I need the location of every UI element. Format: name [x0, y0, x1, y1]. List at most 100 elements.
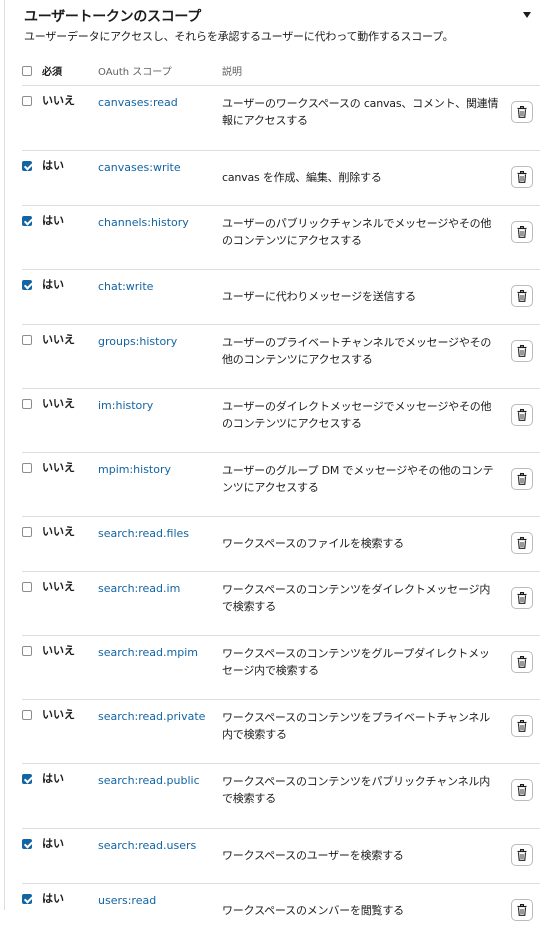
table-row: いいえ search:read.im ワークスペースのコンテンツをダイレクトメッセー…: [22, 571, 540, 635]
scope-description: ユーザーのワークスペースの canvas、コメント、関連情報にアクセスする: [222, 97, 499, 127]
delete-scope-button[interactable]: [511, 101, 533, 123]
delete-scope-button[interactable]: [511, 651, 533, 673]
scope-checkbox[interactable]: [22, 216, 32, 226]
trash-icon: [517, 106, 527, 118]
scope-checkbox[interactable]: [22, 646, 32, 656]
required-value: いいえ: [42, 461, 75, 474]
table-row: いいえ search:read.files ワークスペースのファイルを検索する: [22, 516, 540, 571]
delete-scope-button[interactable]: [511, 899, 533, 921]
scope-checkbox[interactable]: [22, 335, 32, 345]
scope-description: ユーザーのダイレクトメッセージでメッセージやその他のコンテンツにアクセスする: [222, 400, 492, 430]
scope-checkbox[interactable]: [22, 774, 32, 784]
scope-description: ワークスペースのメンバーを閲覧する: [222, 904, 404, 917]
scope-name-link[interactable]: search:read.im: [98, 581, 180, 597]
scope-checkbox[interactable]: [22, 582, 32, 592]
scope-description: ワークスペースのコンテンツをグループダイレクトメッセージ内で検索する: [222, 647, 490, 677]
delete-scope-button[interactable]: [511, 166, 533, 188]
scope-name-link[interactable]: groups:history: [98, 334, 177, 350]
scope-description: canvas を作成、編集、削除する: [222, 171, 382, 184]
caret-down-icon[interactable]: [523, 12, 531, 18]
scope-name-link[interactable]: canvases:write: [98, 160, 181, 176]
delete-scope-button[interactable]: [511, 779, 533, 801]
scope-description: ワークスペースのコンテンツをパブリックチャンネル内で検索する: [222, 775, 491, 805]
scope-name-link[interactable]: search:read.mpim: [98, 645, 198, 661]
delete-scope-button[interactable]: [511, 404, 533, 426]
scope-checkbox[interactable]: [22, 894, 32, 904]
section-title: ユーザートークンのスコープ: [24, 9, 201, 25]
trash-icon: [517, 290, 527, 302]
scope-name-link[interactable]: search:read.private: [98, 709, 205, 725]
required-value: はい: [42, 892, 64, 905]
delete-scope-button[interactable]: [511, 285, 533, 307]
scope-description: ワークスペースのファイルを検索する: [222, 537, 404, 550]
delete-scope-button[interactable]: [511, 587, 533, 609]
scope-name-link[interactable]: search:read.files: [98, 526, 189, 542]
table-row: はい chat:write ユーザーに代わりメッセージを送信する: [22, 269, 540, 324]
required-value: はい: [42, 278, 64, 291]
scope-name-link[interactable]: search:read.public: [98, 773, 200, 789]
panel-left-border: [4, 0, 5, 910]
trash-icon: [517, 656, 527, 668]
scope-name-link[interactable]: users:read: [98, 893, 156, 909]
table-row: はい search:read.users ワークスペースのユーザーを検索する: [22, 828, 540, 883]
header-scope: OAuth スコープ: [98, 67, 172, 78]
table-header: 必須 OAuth スコープ 説明: [22, 64, 542, 84]
scope-name-link[interactable]: channels:history: [98, 215, 189, 231]
scope-name-link[interactable]: chat:write: [98, 279, 153, 295]
trash-icon: [517, 171, 527, 183]
scope-checkbox[interactable]: [22, 399, 32, 409]
scope-description: ワークスペースのコンテンツをプライベートチャンネル内で検索する: [222, 711, 491, 741]
scope-name-link[interactable]: search:read.users: [98, 838, 196, 854]
table-row: いいえ mpim:history ユーザーのグループ DM でメッセージやその他のコ…: [22, 452, 540, 516]
table-row: いいえ groups:history ユーザーのプライベートチャンネルでメッセージや…: [22, 324, 540, 388]
delete-scope-button[interactable]: [511, 340, 533, 362]
scope-checkbox[interactable]: [22, 280, 32, 290]
scope-description: ワークスペースのコンテンツをダイレクトメッセージ内で検索する: [222, 583, 491, 613]
required-value: いいえ: [42, 333, 75, 346]
table-row: いいえ im:history ユーザーのダイレクトメッセージでメッセージやその他のコ…: [22, 388, 540, 452]
select-all-checkbox[interactable]: [22, 66, 32, 76]
required-value: いいえ: [42, 397, 75, 410]
trash-icon: [517, 904, 527, 916]
delete-scope-button[interactable]: [511, 221, 533, 243]
table-row: はい canvases:write canvas を作成、編集、削除する: [22, 150, 540, 205]
delete-scope-button[interactable]: [511, 468, 533, 490]
scope-checkbox[interactable]: [22, 527, 32, 537]
required-value: はい: [42, 159, 64, 172]
scope-checkbox[interactable]: [22, 710, 32, 720]
header-description: 説明: [222, 67, 242, 78]
scope-description: ユーザーのパブリックチャンネルでメッセージやその他のコンテンツにアクセスする: [222, 217, 492, 247]
required-value: はい: [42, 772, 64, 785]
scope-description: ユーザーに代わりメッセージを送信する: [222, 290, 416, 303]
trash-icon: [517, 226, 527, 238]
scope-checkbox[interactable]: [22, 839, 32, 849]
required-value: はい: [42, 214, 64, 227]
required-value: いいえ: [42, 644, 75, 657]
scope-checkbox[interactable]: [22, 96, 32, 106]
delete-scope-button[interactable]: [511, 715, 533, 737]
delete-scope-button[interactable]: [511, 844, 533, 866]
scope-description: ユーザーのグループ DM でメッセージやその他のコンテンツにアクセスする: [222, 464, 494, 494]
table-row: はい channels:history ユーザーのパブリックチャンネルでメッセージや…: [22, 205, 540, 269]
section-subtitle: ユーザーデータにアクセスし、それらを承認するユーザーに代わって動作するスコープ。: [24, 30, 454, 43]
scope-checkbox[interactable]: [22, 463, 32, 473]
trash-icon: [517, 345, 527, 357]
scope-name-link[interactable]: im:history: [98, 398, 153, 414]
required-value: いいえ: [42, 580, 75, 593]
trash-icon: [517, 473, 527, 485]
required-value: いいえ: [42, 525, 75, 538]
table-row: いいえ search:read.mpim ワークスペースのコンテンツをグループダイレ…: [22, 635, 540, 699]
scope-description: ユーザーのプライベートチャンネルでメッセージやその他のコンテンツにアクセスする: [222, 336, 492, 366]
scope-name-link[interactable]: canvases:read: [98, 95, 178, 111]
required-value: いいえ: [42, 94, 75, 107]
required-value: はい: [42, 837, 64, 850]
scope-checkbox[interactable]: [22, 161, 32, 171]
table-row: はい search:read.public ワークスペースのコンテンツをパブリックチ…: [22, 763, 540, 828]
table-row: はい users:read ワークスペースのメンバーを閲覧する: [22, 883, 540, 938]
scope-name-link[interactable]: mpim:history: [98, 462, 171, 478]
delete-scope-button[interactable]: [511, 532, 533, 554]
scope-table-body: いいえ canvases:read ユーザーのワークスペースの canvas、コメン…: [22, 85, 540, 938]
trash-icon: [517, 537, 527, 549]
trash-icon: [517, 849, 527, 861]
scope-description: ワークスペースのユーザーを検索する: [222, 849, 404, 862]
